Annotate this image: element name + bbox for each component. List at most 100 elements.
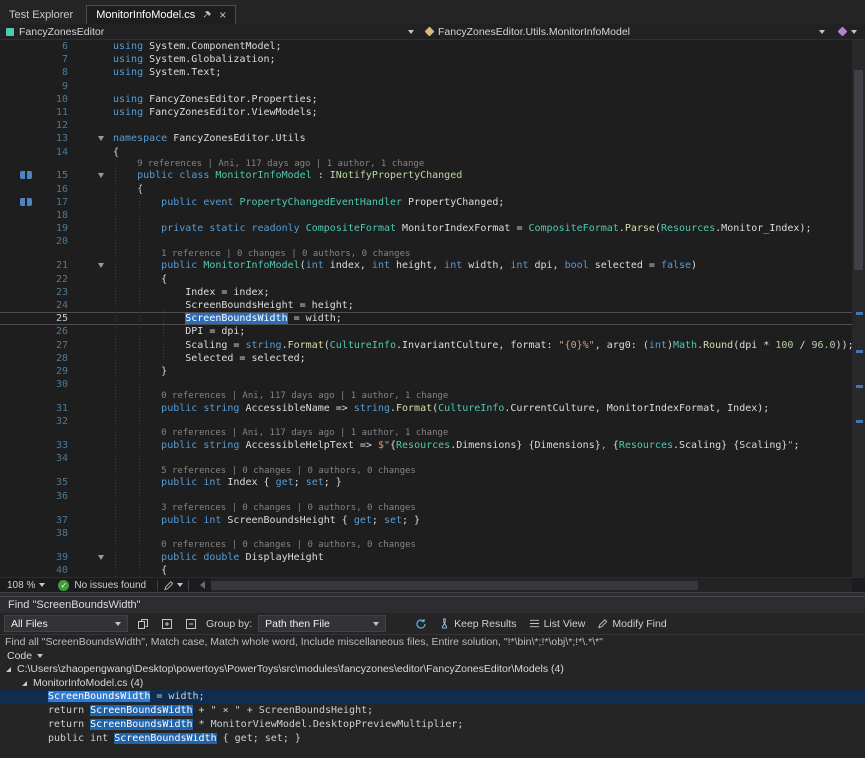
fold-margin[interactable] [68,564,113,577]
tab-test-explorer[interactable]: Test Explorer [0,5,82,24]
codelens-label[interactable]: 9 references | Ani, 117 days ago | 1 aut… [113,159,865,170]
code-line[interactable]: 27 Scaling = string.Format(CultureInfo.I… [0,339,865,352]
fold-margin[interactable] [68,222,113,235]
code-line[interactable]: 9 [0,80,865,93]
collapse-chevron-icon[interactable] [98,136,104,141]
fold-margin[interactable] [68,476,113,489]
keep-results-button[interactable]: Keep Results [436,618,519,630]
collapse-all-icon[interactable] [182,615,200,633]
code-line[interactable]: 22 { [0,273,865,286]
expander-open-icon[interactable] [6,667,11,672]
code-line[interactable]: 18 [0,209,865,222]
code-line[interactable]: 40 { [0,564,865,577]
glyph-margin[interactable] [0,66,36,79]
result-group-filter[interactable]: Code [0,649,865,662]
code-line[interactable]: 26 DPI = dpi; [0,325,865,338]
expander-open-icon[interactable] [22,681,27,686]
collapse-chevron-icon[interactable] [98,173,104,178]
glyph-margin[interactable] [0,93,36,106]
type-dropdown[interactable]: FancyZonesEditor.Utils.MonitorInfoModel [420,24,831,40]
fold-margin[interactable] [68,514,113,527]
copy-results-icon[interactable] [134,615,152,633]
find-panel-header[interactable]: Find "ScreenBoundsWidth" [0,597,865,613]
list-view-button[interactable]: List View [526,618,589,630]
code-line[interactable]: 14{ [0,146,865,159]
codelens-label[interactable]: 0 references | Ani, 117 days ago | 1 aut… [113,428,865,439]
glyph-margin[interactable] [0,452,36,465]
fold-margin[interactable] [68,452,113,465]
tab-monitorinfomodel[interactable]: MonitorInfoModel.cs × [86,5,236,24]
glyph-margin[interactable] [0,53,36,66]
result-file-row[interactable]: MonitorInfoModel.cs (4) [0,676,865,690]
glyph-margin[interactable] [0,352,36,365]
codelens-label[interactable]: 5 references | 0 changes | 0 authors, 0 … [113,466,865,477]
glyph-margin[interactable] [0,119,36,132]
glyph-margin[interactable] [0,312,36,325]
glyph-margin[interactable] [0,476,36,489]
code-line[interactable]: 8using System.Text; [0,66,865,79]
glyph-margin[interactable] [0,415,36,428]
code-line[interactable]: 38 [0,527,865,540]
fold-margin[interactable] [68,312,113,325]
vertical-scrollbar[interactable] [852,40,865,577]
glyph-margin[interactable] [0,490,36,503]
file-filter-combo[interactable]: All Files [4,615,128,632]
code-line[interactable]: 7using System.Globalization; [0,53,865,66]
group-by-combo[interactable]: Path then File [258,615,386,632]
fold-margin[interactable] [68,209,113,222]
member-dropdown[interactable] [831,24,865,40]
codelens-label[interactable]: 0 references | Ani, 117 days ago | 1 aut… [113,391,865,402]
code-line[interactable]: 33 public string AccessibleHelpText => $… [0,439,865,452]
fold-margin[interactable] [68,196,113,209]
fold-margin[interactable] [68,169,113,182]
code-line[interactable]: 32 [0,415,865,428]
fold-margin[interactable] [68,80,113,93]
modify-find-button[interactable]: Modify Find [594,618,669,630]
zoom-control[interactable]: 108 % [0,580,52,591]
fold-margin[interactable] [68,93,113,106]
refresh-icon[interactable] [412,615,430,633]
fold-margin[interactable] [68,183,113,196]
fold-margin[interactable] [68,352,113,365]
fold-margin[interactable] [68,439,113,452]
horizontal-scrollbar[interactable] [211,578,852,592]
fold-margin[interactable] [68,66,113,79]
fold-margin[interactable] [68,273,113,286]
glyph-margin[interactable] [0,551,36,564]
glyph-margin[interactable] [0,222,36,235]
fold-margin[interactable] [68,132,113,145]
collapse-chevron-icon[interactable] [98,555,104,560]
glyph-margin[interactable] [0,564,36,577]
fold-margin[interactable] [68,415,113,428]
glyph-margin[interactable] [0,299,36,312]
glyph-margin[interactable] [0,235,36,248]
code-line[interactable]: 25 ScreenBoundsWidth = width; [0,312,865,325]
code-line[interactable]: 39 public double DisplayHeight [0,551,865,564]
code-line[interactable]: 34 [0,452,865,465]
glyph-margin[interactable] [0,439,36,452]
code-line[interactable]: 17 public event PropertyChangedEventHand… [0,196,865,209]
fold-margin[interactable] [68,286,113,299]
scrollbar-thumb[interactable] [211,581,698,590]
fold-margin[interactable] [68,325,113,338]
fold-margin[interactable] [68,106,113,119]
fold-margin[interactable] [68,119,113,132]
document-health-indicator[interactable]: ✓ No issues found [52,580,152,591]
fold-margin[interactable] [68,299,113,312]
code-line[interactable]: 21 public MonitorInfoModel(int index, in… [0,259,865,272]
fold-margin[interactable] [68,527,113,540]
code-line[interactable]: 23 Index = index; [0,286,865,299]
glyph-margin[interactable] [0,259,36,272]
glyph-margin[interactable] [0,209,36,222]
glyph-margin[interactable] [0,273,36,286]
find-result-row[interactable]: public int ScreenBoundsWidth { get; set;… [0,732,865,746]
fold-margin[interactable] [68,551,113,564]
glyph-margin[interactable] [0,183,36,196]
code-line[interactable]: 15 public class MonitorInfoModel : INoti… [0,169,865,182]
fold-margin[interactable] [68,339,113,352]
glyph-margin[interactable] [0,196,36,209]
glyph-margin[interactable] [0,378,36,391]
glyph-margin[interactable] [0,402,36,415]
find-result-row[interactable]: return ScreenBoundsWidth * MonitorViewMo… [0,718,865,732]
fold-margin[interactable] [68,378,113,391]
